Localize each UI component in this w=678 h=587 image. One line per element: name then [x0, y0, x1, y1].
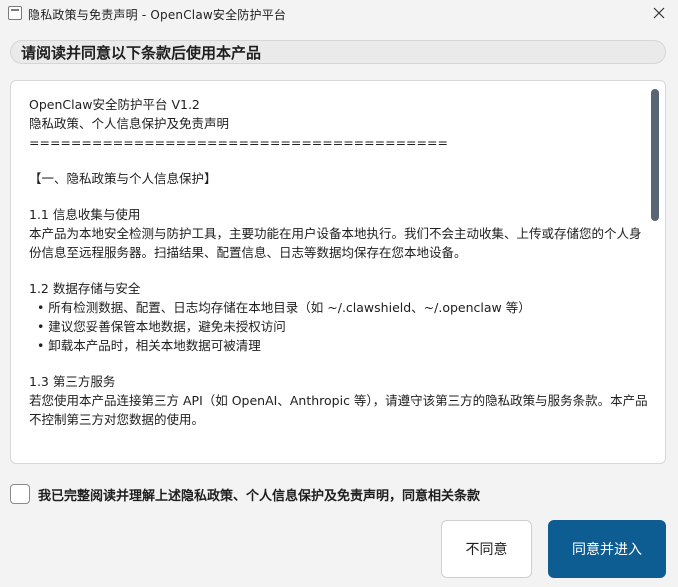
terms-divider: ======================================== — [29, 135, 448, 150]
window-title: 隐私政策与免责声明 - OpenClaw安全防护平台 — [28, 8, 287, 22]
instruction-banner: 请阅读并同意以下条款后使用本产品 — [10, 40, 666, 64]
subsection-title: 1.2 数据存储与安全 — [29, 281, 141, 296]
list-item: • 卸载本产品时，相关本地数据可被清理 — [29, 338, 261, 353]
scrollbar-thumb[interactable] — [651, 89, 659, 221]
agree-row[interactable]: 我已完整阅读并理解上述隐私政策、个人信息保护及免责声明，同意相关条款 — [10, 482, 480, 506]
agree-checkbox[interactable] — [10, 484, 30, 504]
subsection-body: 本产品为本地安全检测与防护工具，主要功能在用户设备本地执行。我们不会主动收集、上… — [29, 226, 642, 260]
title-bar: 隐私政策与免责声明 - OpenClaw安全防护平台 — [0, 0, 678, 30]
subsection-title: 1.3 第三方服务 — [29, 374, 116, 389]
close-button[interactable] — [650, 4, 668, 22]
agree-checkbox-label[interactable]: 我已完整阅读并理解上述隐私政策、个人信息保护及免责声明，同意相关条款 — [38, 485, 480, 504]
app-icon — [8, 6, 22, 20]
subsection-body: 若您使用本产品连接第三方 API（如 OpenAI、Anthropic 等），请… — [29, 393, 648, 427]
terms-content: OpenClaw安全防护平台 V1.2 隐私政策、个人信息保护及免责声明 ===… — [29, 95, 649, 429]
subsection-title: 1.1 信息收集与使用 — [29, 207, 141, 222]
scrollbar[interactable] — [651, 89, 659, 455]
list-item: • 所有检测数据、配置、日志均存储在本地目录（如 ~/.clawshield、~… — [29, 300, 531, 315]
list-item: • 建议您妥善保管本地数据，避免未授权访问 — [29, 319, 286, 334]
instruction-text: 请阅读并同意以下条款后使用本产品 — [21, 43, 262, 62]
terms-title: OpenClaw安全防护平台 V1.2 — [29, 97, 200, 112]
terms-subtitle: 隐私政策、个人信息保护及免责声明 — [29, 116, 230, 131]
terms-text-area[interactable]: OpenClaw安全防护平台 V1.2 隐私政策、个人信息保护及免责声明 ===… — [10, 80, 666, 464]
decline-button[interactable]: 不同意 — [441, 520, 532, 578]
accept-button[interactable]: 同意并进入 — [548, 520, 666, 578]
section-heading: 【一、隐私政策与个人信息保护】 — [29, 171, 217, 186]
close-icon — [653, 7, 665, 19]
